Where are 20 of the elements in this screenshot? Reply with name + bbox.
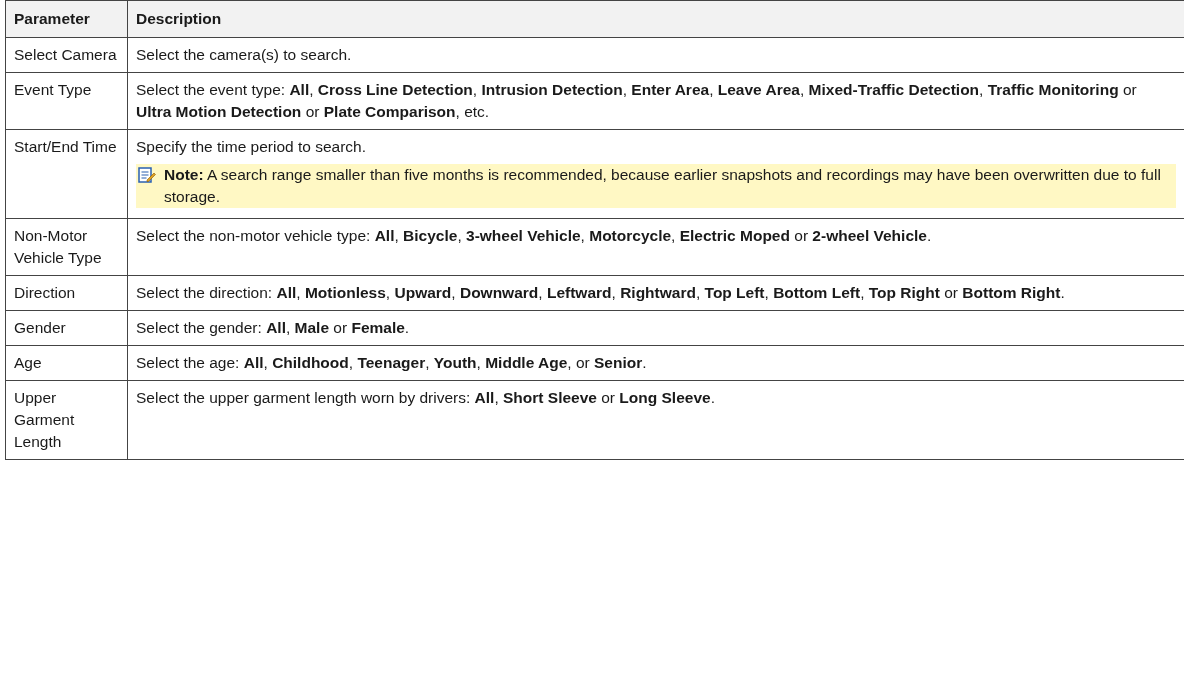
table-cell: Age (5, 345, 128, 381)
table-cell: Start/End Time (5, 129, 128, 219)
description-text: Select the event type: All, Cross Line Detection, Intrusion Detection, Enter Area, Leave Area, Mixed-Traffic Detection, Traffic Monitoring or Ultra Motion Detection or Plate Comparison, etc. (136, 80, 1138, 122)
description-text: Select the camera(s) to search. (136, 45, 353, 65)
note-icon (138, 166, 156, 184)
description-text: Select the gender: All, Male or Female. (136, 318, 411, 338)
description-text: Select the upper garment length worn by drivers: All, Short Sleeve or Long Sleeve. (136, 388, 716, 408)
table-cell: Event Type (5, 72, 128, 130)
column-header: Parameter (5, 0, 128, 38)
description-text: Select the direction: All, Motionless, Upward, Downward, Leftward, Rightward, Top Left, Bottom Left, Top Right or Bottom Right. (136, 283, 1066, 303)
table-cell: Select Camera (5, 37, 128, 73)
description-text: Select the non-motor vehicle type: All, Bicycle, 3-wheel Vehicle, Motorcycle, Electric Moped or 2-wheel Vehicle. (136, 226, 933, 246)
table-cell: Direction (5, 275, 128, 311)
table-cell: Upper Garment Length (5, 380, 128, 460)
column-header: Description (127, 0, 1184, 38)
table-cell: Gender (5, 310, 128, 346)
description-text: Specify the time period to search. (136, 137, 368, 157)
table-cell: Non-Motor Vehicle Type (5, 218, 128, 276)
description-text: Select the age: All, Childhood, Teenager, Youth, Middle Age, or Senior. (136, 353, 648, 373)
note-text: Note: A search range smaller than five months is recommended, because earlier snapshots and recordings may have been overwritten due to full storage. (164, 165, 1162, 207)
